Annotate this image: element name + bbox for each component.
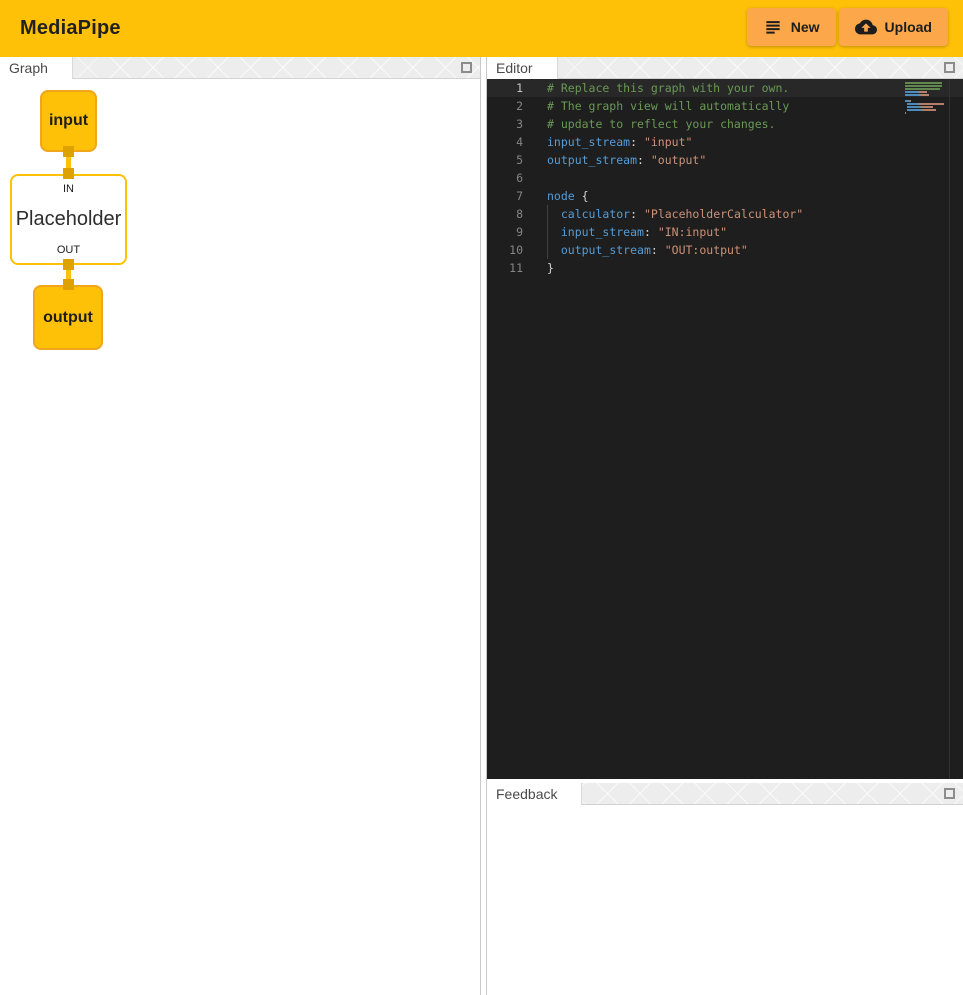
mediapipe-visualizer: MediaPipe New Upload Graph bbox=[0, 0, 963, 995]
placeholder-in-label: IN bbox=[63, 183, 74, 195]
graph-port[interactable] bbox=[63, 168, 74, 179]
minimap-line bbox=[905, 88, 947, 90]
graph-panel: Graph input IN Placeholder OUT output bbox=[0, 57, 481, 995]
tab-editor[interactable]: Editor bbox=[487, 57, 558, 79]
maximize-icon[interactable] bbox=[944, 788, 955, 799]
app-header: MediaPipe New Upload bbox=[0, 0, 963, 57]
minimap-line bbox=[905, 85, 947, 87]
code-line[interactable]: 6 bbox=[487, 169, 963, 187]
tab-editor-label: Editor bbox=[496, 60, 533, 76]
code-lines: 1 # Replace this graph with your own. 2 # T… bbox=[487, 79, 963, 277]
minimap-line bbox=[905, 82, 947, 84]
code-line[interactable]: 10 output_stream: "OUT:output" bbox=[487, 241, 963, 259]
code-line[interactable]: 1 # Replace this graph with your own. bbox=[487, 79, 963, 97]
minimap-line bbox=[905, 97, 947, 99]
code-line[interactable]: 7 node { bbox=[487, 187, 963, 205]
editor-tabstrip: Editor bbox=[487, 57, 963, 79]
code-text: # The graph view will automatically bbox=[547, 97, 789, 115]
tab-graph[interactable]: Graph bbox=[0, 57, 73, 79]
code-text: # Replace this graph with your own. bbox=[547, 79, 789, 97]
line-number: 10 bbox=[487, 241, 523, 259]
new-button-label: New bbox=[791, 19, 820, 35]
graph-node-output-label: output bbox=[43, 309, 93, 327]
upload-button[interactable]: Upload bbox=[839, 8, 948, 46]
minimap-line bbox=[905, 109, 947, 111]
code-editor[interactable]: 1 # Replace this graph with your own. 2 # T… bbox=[487, 79, 963, 779]
feedback-content bbox=[487, 805, 963, 995]
code-text: # update to reflect your changes. bbox=[547, 115, 775, 133]
line-number: 8 bbox=[487, 205, 523, 223]
code-line[interactable]: 3 # update to reflect your changes. bbox=[487, 115, 963, 133]
code-line[interactable]: 9 input_stream: "IN:input" bbox=[487, 223, 963, 241]
minimap[interactable] bbox=[905, 82, 947, 115]
line-number: 5 bbox=[487, 151, 523, 169]
graph-node-output[interactable]: output bbox=[33, 285, 103, 350]
feedback-panel: Feedback bbox=[487, 783, 963, 995]
minimap-line bbox=[905, 91, 947, 93]
subject-lines-icon bbox=[763, 17, 783, 37]
code-text: output_stream: "output" bbox=[547, 151, 706, 169]
upload-button-label: Upload bbox=[885, 19, 932, 35]
code-line[interactable]: 2 # The graph view will automatically bbox=[487, 97, 963, 115]
indent-guide bbox=[547, 241, 548, 259]
line-number: 2 bbox=[487, 97, 523, 115]
minimap-line bbox=[905, 100, 947, 102]
code-text: input_stream: "input" bbox=[547, 133, 692, 151]
indent-guide bbox=[547, 223, 548, 241]
minimap-line bbox=[905, 94, 947, 96]
header-buttons: New Upload bbox=[747, 8, 948, 46]
cloud-upload-icon bbox=[855, 16, 877, 38]
placeholder-title: Placeholder bbox=[16, 208, 122, 231]
maximize-icon[interactable] bbox=[461, 62, 472, 73]
app-title: MediaPipe bbox=[20, 17, 121, 40]
code-line[interactable]: 11} bbox=[487, 259, 963, 277]
line-number: 3 bbox=[487, 115, 523, 133]
tab-feedback-label: Feedback bbox=[496, 786, 557, 802]
line-number: 1 bbox=[487, 79, 523, 97]
minimap-line bbox=[905, 103, 947, 105]
graph-port[interactable] bbox=[63, 279, 74, 290]
placeholder-out-label: OUT bbox=[57, 244, 80, 256]
code-text: output_stream: "OUT:output" bbox=[547, 241, 748, 259]
line-number: 6 bbox=[487, 169, 523, 187]
line-number: 4 bbox=[487, 133, 523, 151]
graph-node-input-label: input bbox=[49, 112, 88, 130]
code-text: node { bbox=[547, 187, 589, 205]
graph-node-input[interactable]: input bbox=[40, 90, 97, 152]
maximize-icon[interactable] bbox=[944, 62, 955, 73]
line-number: 7 bbox=[487, 187, 523, 205]
minimap-line bbox=[905, 106, 947, 108]
editor-scrollbar[interactable] bbox=[949, 79, 950, 779]
code-text: input_stream: "IN:input" bbox=[547, 223, 727, 241]
line-number: 11 bbox=[487, 259, 523, 277]
graph-tabstrip: Graph bbox=[0, 57, 480, 79]
graph-port[interactable] bbox=[63, 146, 74, 157]
tab-graph-label: Graph bbox=[9, 60, 48, 76]
tab-feedback[interactable]: Feedback bbox=[487, 783, 582, 805]
new-button[interactable]: New bbox=[747, 8, 836, 46]
code-line[interactable]: 8 calculator: "PlaceholderCalculator" bbox=[487, 205, 963, 223]
feedback-tabstrip: Feedback bbox=[487, 783, 963, 805]
code-text: calculator: "PlaceholderCalculator" bbox=[547, 205, 803, 223]
editor-panel: Editor 1 # Replace this graph with your o… bbox=[487, 57, 963, 779]
code-line[interactable]: 5 output_stream: "output" bbox=[487, 151, 963, 169]
code-text: } bbox=[547, 259, 554, 277]
indent-guide bbox=[547, 205, 548, 223]
minimap-line bbox=[905, 112, 947, 114]
graph-canvas[interactable]: input IN Placeholder OUT output bbox=[0, 79, 480, 995]
line-number: 9 bbox=[487, 223, 523, 241]
code-line[interactable]: 4 input_stream: "input" bbox=[487, 133, 963, 151]
right-column: Editor 1 # Replace this graph with your o… bbox=[486, 57, 963, 995]
graph-node-placeholder[interactable]: IN Placeholder OUT bbox=[10, 174, 127, 265]
graph-port[interactable] bbox=[63, 259, 74, 270]
